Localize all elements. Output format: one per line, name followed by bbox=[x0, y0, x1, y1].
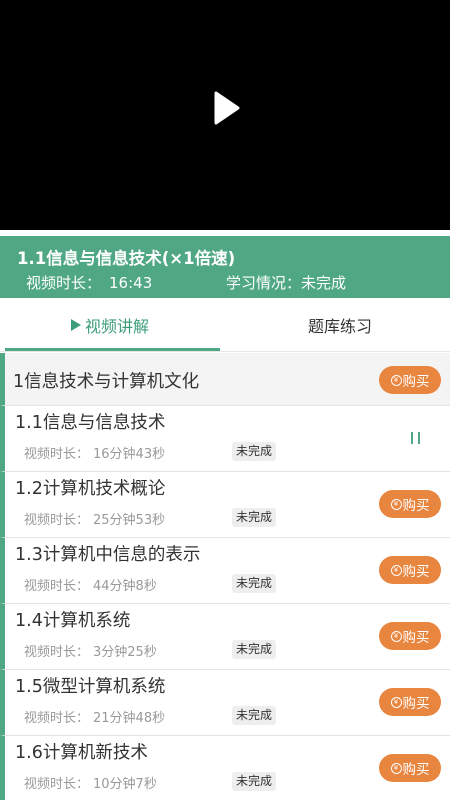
chapter-title: 1信息技术与计算机文化 bbox=[13, 372, 200, 392]
buy-button[interactable]: ¥ 购买 bbox=[379, 366, 441, 394]
coin-icon: ¥ bbox=[390, 696, 402, 708]
chapter-row[interactable]: 1信息技术与计算机文化 ¥ 购买 bbox=[0, 353, 450, 406]
lesson-title: 1.3计算机中信息的表示 bbox=[15, 545, 201, 565]
lesson-row[interactable]: 1.3计算机中信息的表示 视频时长： 44分钟8秒 未完成 ¥ 购买 bbox=[0, 538, 450, 604]
lesson-duration: 视频时长： 44分钟8秒 bbox=[24, 575, 157, 594]
lesson-row[interactable]: 1.5微型计算机系统 视频时长： 21分钟48秒 未完成 ¥ 购买 bbox=[0, 670, 450, 736]
video-duration-label: 视频时长： bbox=[26, 274, 102, 292]
pause-icon[interactable] bbox=[410, 432, 424, 446]
coin-icon: ¥ bbox=[390, 762, 402, 774]
buy-button-label: 购买 bbox=[402, 374, 430, 390]
buy-button-label: 购买 bbox=[402, 498, 430, 514]
status-badge: 未完成 bbox=[232, 574, 277, 593]
status-badge: 未完成 bbox=[232, 442, 277, 461]
coin-icon: ¥ bbox=[390, 498, 402, 510]
tab-video-lecture[interactable]: 视频讲解 bbox=[0, 298, 220, 352]
lesson-duration-label: 视频时长： bbox=[24, 711, 90, 726]
play-arrow-icon bbox=[70, 319, 81, 331]
lesson-duration-value: 16分钟43秒 bbox=[93, 447, 166, 462]
lesson-title: 1.5微型计算机系统 bbox=[15, 677, 166, 697]
status-badge: 未完成 bbox=[232, 706, 277, 725]
lesson-duration-value: 3分钟25秒 bbox=[93, 645, 157, 660]
buy-button[interactable]: ¥ 购买 bbox=[379, 754, 441, 782]
lesson-duration-value: 44分钟8秒 bbox=[93, 579, 157, 594]
buy-button-label: 购买 bbox=[402, 696, 430, 712]
lesson-duration-label: 视频时长： bbox=[24, 513, 90, 528]
lesson-duration-label: 视频时长： bbox=[24, 777, 90, 792]
video-player[interactable] bbox=[0, 0, 450, 230]
tab-video-lecture-label: 视频讲解 bbox=[84, 317, 149, 336]
video-duration-value: 16:43 bbox=[109, 274, 153, 292]
coin-icon: ¥ bbox=[390, 564, 402, 576]
lesson-duration: 视频时长： 16分钟43秒 bbox=[24, 443, 165, 462]
lesson-title: 1.2计算机技术概论 bbox=[15, 479, 166, 499]
status-badge: 未完成 bbox=[232, 508, 277, 527]
play-icon[interactable] bbox=[205, 88, 245, 128]
lesson-duration: 视频时长： 3分钟25秒 bbox=[24, 641, 157, 660]
buy-button[interactable]: ¥ 购买 bbox=[379, 622, 441, 650]
video-title: 1.1信息与信息技术(×1倍速) bbox=[17, 249, 236, 268]
lesson-duration-value: 10分钟7秒 bbox=[93, 777, 157, 792]
tab-question-bank-label: 题库练习 bbox=[307, 317, 372, 336]
study-status-value: 未完成 bbox=[301, 274, 347, 292]
lesson-duration: 视频时长： 10分钟7秒 bbox=[24, 773, 157, 792]
status-badge: 未完成 bbox=[232, 640, 277, 659]
lesson-title: 1.6计算机新技术 bbox=[15, 743, 148, 763]
study-status-label: 学习情况： bbox=[226, 274, 302, 292]
tab-bar: 视频讲解 题库练习 bbox=[0, 298, 450, 352]
coin-icon: ¥ bbox=[390, 630, 402, 642]
buy-button-label: 购买 bbox=[402, 762, 430, 778]
lesson-duration: 视频时长： 25分钟53秒 bbox=[24, 509, 165, 528]
lesson-title: 1.1信息与信息技术 bbox=[15, 413, 166, 433]
tab-question-bank[interactable]: 题库练习 bbox=[230, 298, 450, 352]
buy-button[interactable]: ¥ 购买 bbox=[379, 688, 441, 716]
lesson-row[interactable]: 1.1信息与信息技术 视频时长： 16分钟43秒 未完成 bbox=[0, 406, 450, 472]
lesson-duration-value: 25分钟53秒 bbox=[93, 513, 166, 528]
study-status: 学习情况：未完成 bbox=[226, 272, 346, 293]
lesson-row[interactable]: 1.2计算机技术概论 视频时长： 25分钟53秒 未完成 ¥ 购买 bbox=[0, 472, 450, 538]
buy-button-label: 购买 bbox=[402, 630, 430, 646]
active-tab-indicator bbox=[5, 348, 220, 351]
lesson-title: 1.4计算机系统 bbox=[15, 611, 131, 631]
video-info-bar: 1.1信息与信息技术(×1倍速) 视频时长： 16:43 学习情况：未完成 bbox=[0, 236, 450, 298]
buy-button-label: 购买 bbox=[402, 564, 430, 580]
lesson-duration-value: 21分钟48秒 bbox=[93, 711, 166, 726]
lesson-row[interactable]: 1.4计算机系统 视频时长： 3分钟25秒 未完成 ¥ 购买 bbox=[0, 604, 450, 670]
lesson-duration-label: 视频时长： bbox=[24, 447, 90, 462]
lesson-duration: 视频时长： 21分钟48秒 bbox=[24, 707, 165, 726]
video-duration: 视频时长： 16:43 bbox=[26, 272, 152, 293]
lesson-row[interactable]: 1.6计算机新技术 视频时长： 10分钟7秒 未完成 ¥ 购买 bbox=[0, 736, 450, 800]
status-badge: 未完成 bbox=[232, 772, 277, 791]
lesson-duration-label: 视频时长： bbox=[24, 579, 90, 594]
lesson-duration-label: 视频时长： bbox=[24, 645, 90, 660]
coin-icon: ¥ bbox=[390, 374, 402, 386]
buy-button[interactable]: ¥ 购买 bbox=[379, 490, 441, 518]
buy-button[interactable]: ¥ 购买 bbox=[379, 556, 441, 584]
